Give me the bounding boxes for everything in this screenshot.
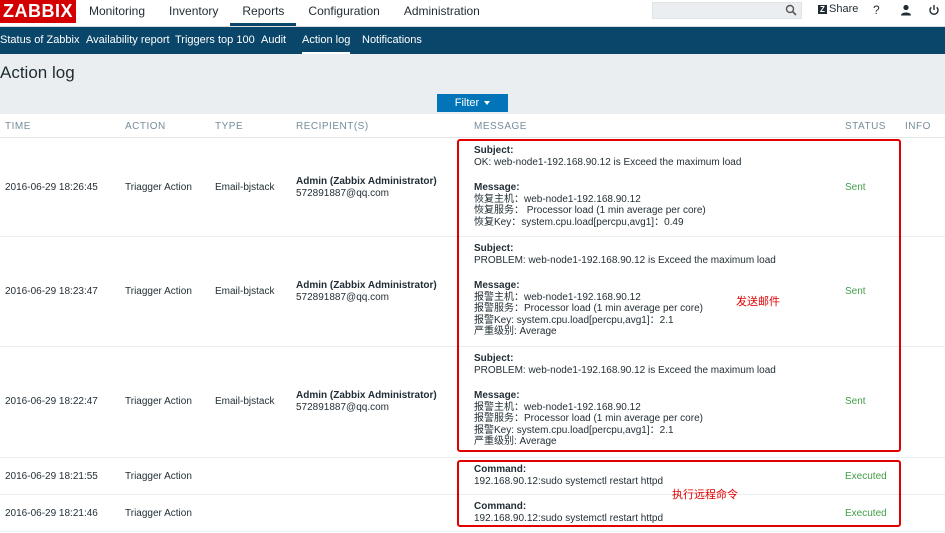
filter-button[interactable]: Filter bbox=[437, 94, 508, 112]
menu-configuration[interactable]: Configuration bbox=[296, 0, 391, 26]
subnav-triggers-top-100[interactable]: Triggers top 100 bbox=[175, 27, 255, 54]
power-icon[interactable] bbox=[928, 4, 940, 16]
search-icon[interactable] bbox=[785, 4, 797, 16]
main-menu: Monitoring Inventory Reports Configurati… bbox=[77, 0, 492, 26]
row-time: 2016-06-29 18:26:45 bbox=[5, 182, 98, 193]
col-recipients: RECIPIENT(S) bbox=[296, 121, 369, 132]
share-label: Share bbox=[829, 3, 859, 15]
row-action: Triagger Action bbox=[125, 286, 192, 297]
search-input[interactable] bbox=[652, 2, 802, 19]
row-recipient-email: 572891887@qq.com bbox=[296, 188, 389, 199]
row-recipient-email: 572891887@qq.com bbox=[296, 402, 389, 413]
row-type: Email-bjstack bbox=[215, 396, 275, 407]
row-type: Email-bjstack bbox=[215, 286, 275, 297]
col-time[interactable]: TIME bbox=[5, 121, 31, 132]
menu-inventory[interactable]: Inventory bbox=[157, 0, 230, 26]
share-button[interactable]: Z Share bbox=[818, 3, 858, 15]
subnav-availability-report[interactable]: Availability report bbox=[86, 27, 170, 54]
col-info: INFO bbox=[905, 121, 931, 132]
subnav-status-of-zabbix[interactable]: Status of Zabbix bbox=[0, 27, 80, 54]
email-annotation-note: 发送邮件 bbox=[736, 296, 780, 308]
table-header: TIME ACTION TYPE RECIPIENT(S) MESSAGE ST… bbox=[0, 114, 945, 138]
menu-reports[interactable]: Reports bbox=[230, 0, 297, 26]
col-type: TYPE bbox=[215, 121, 244, 132]
row-action: Triagger Action bbox=[125, 508, 192, 519]
caret-down-icon bbox=[484, 101, 491, 106]
reports-subnav: Status of Zabbix Availability report Tri… bbox=[0, 27, 945, 54]
filter-label: Filter bbox=[454, 97, 480, 109]
menu-monitoring[interactable]: Monitoring bbox=[77, 0, 157, 26]
share-icon: Z bbox=[818, 4, 827, 14]
zabbix-logo[interactable]: ZABBIX bbox=[0, 0, 76, 23]
row-time: 2016-06-29 18:21:46 bbox=[5, 508, 98, 519]
page-title: Action log bbox=[0, 63, 75, 82]
subnav-audit[interactable]: Audit bbox=[261, 27, 286, 54]
help-icon[interactable]: ? bbox=[873, 3, 880, 17]
row-action: Triagger Action bbox=[125, 396, 192, 407]
row-action: Triagger Action bbox=[125, 471, 192, 482]
subnav-notifications[interactable]: Notifications bbox=[362, 27, 422, 54]
row-action: Triagger Action bbox=[125, 182, 192, 193]
menu-administration[interactable]: Administration bbox=[392, 0, 492, 26]
user-icon[interactable] bbox=[900, 4, 912, 16]
col-action: ACTION bbox=[125, 121, 166, 132]
row-recipient-name: Admin (Zabbix Administrator) bbox=[296, 176, 437, 187]
row-time: 2016-06-29 18:23:47 bbox=[5, 286, 98, 297]
row-recipient-name: Admin (Zabbix Administrator) bbox=[296, 280, 437, 291]
col-status: STATUS bbox=[845, 121, 886, 132]
page-header: Action log Filter bbox=[0, 54, 945, 114]
row-recipient-name: Admin (Zabbix Administrator) bbox=[296, 390, 437, 401]
command-annotation-note: 执行远程命令 bbox=[672, 489, 738, 501]
row-type: Email-bjstack bbox=[215, 182, 275, 193]
row-time: 2016-06-29 18:22:47 bbox=[5, 396, 98, 407]
subnav-action-log[interactable]: Action log bbox=[302, 27, 351, 54]
email-annotation-box bbox=[457, 139, 901, 452]
row-recipient-email: 572891887@qq.com bbox=[296, 292, 389, 303]
top-bar: ZABBIX Monitoring Inventory Reports Conf… bbox=[0, 0, 945, 27]
col-message: MESSAGE bbox=[474, 121, 527, 132]
row-time: 2016-06-29 18:21:55 bbox=[5, 471, 98, 482]
